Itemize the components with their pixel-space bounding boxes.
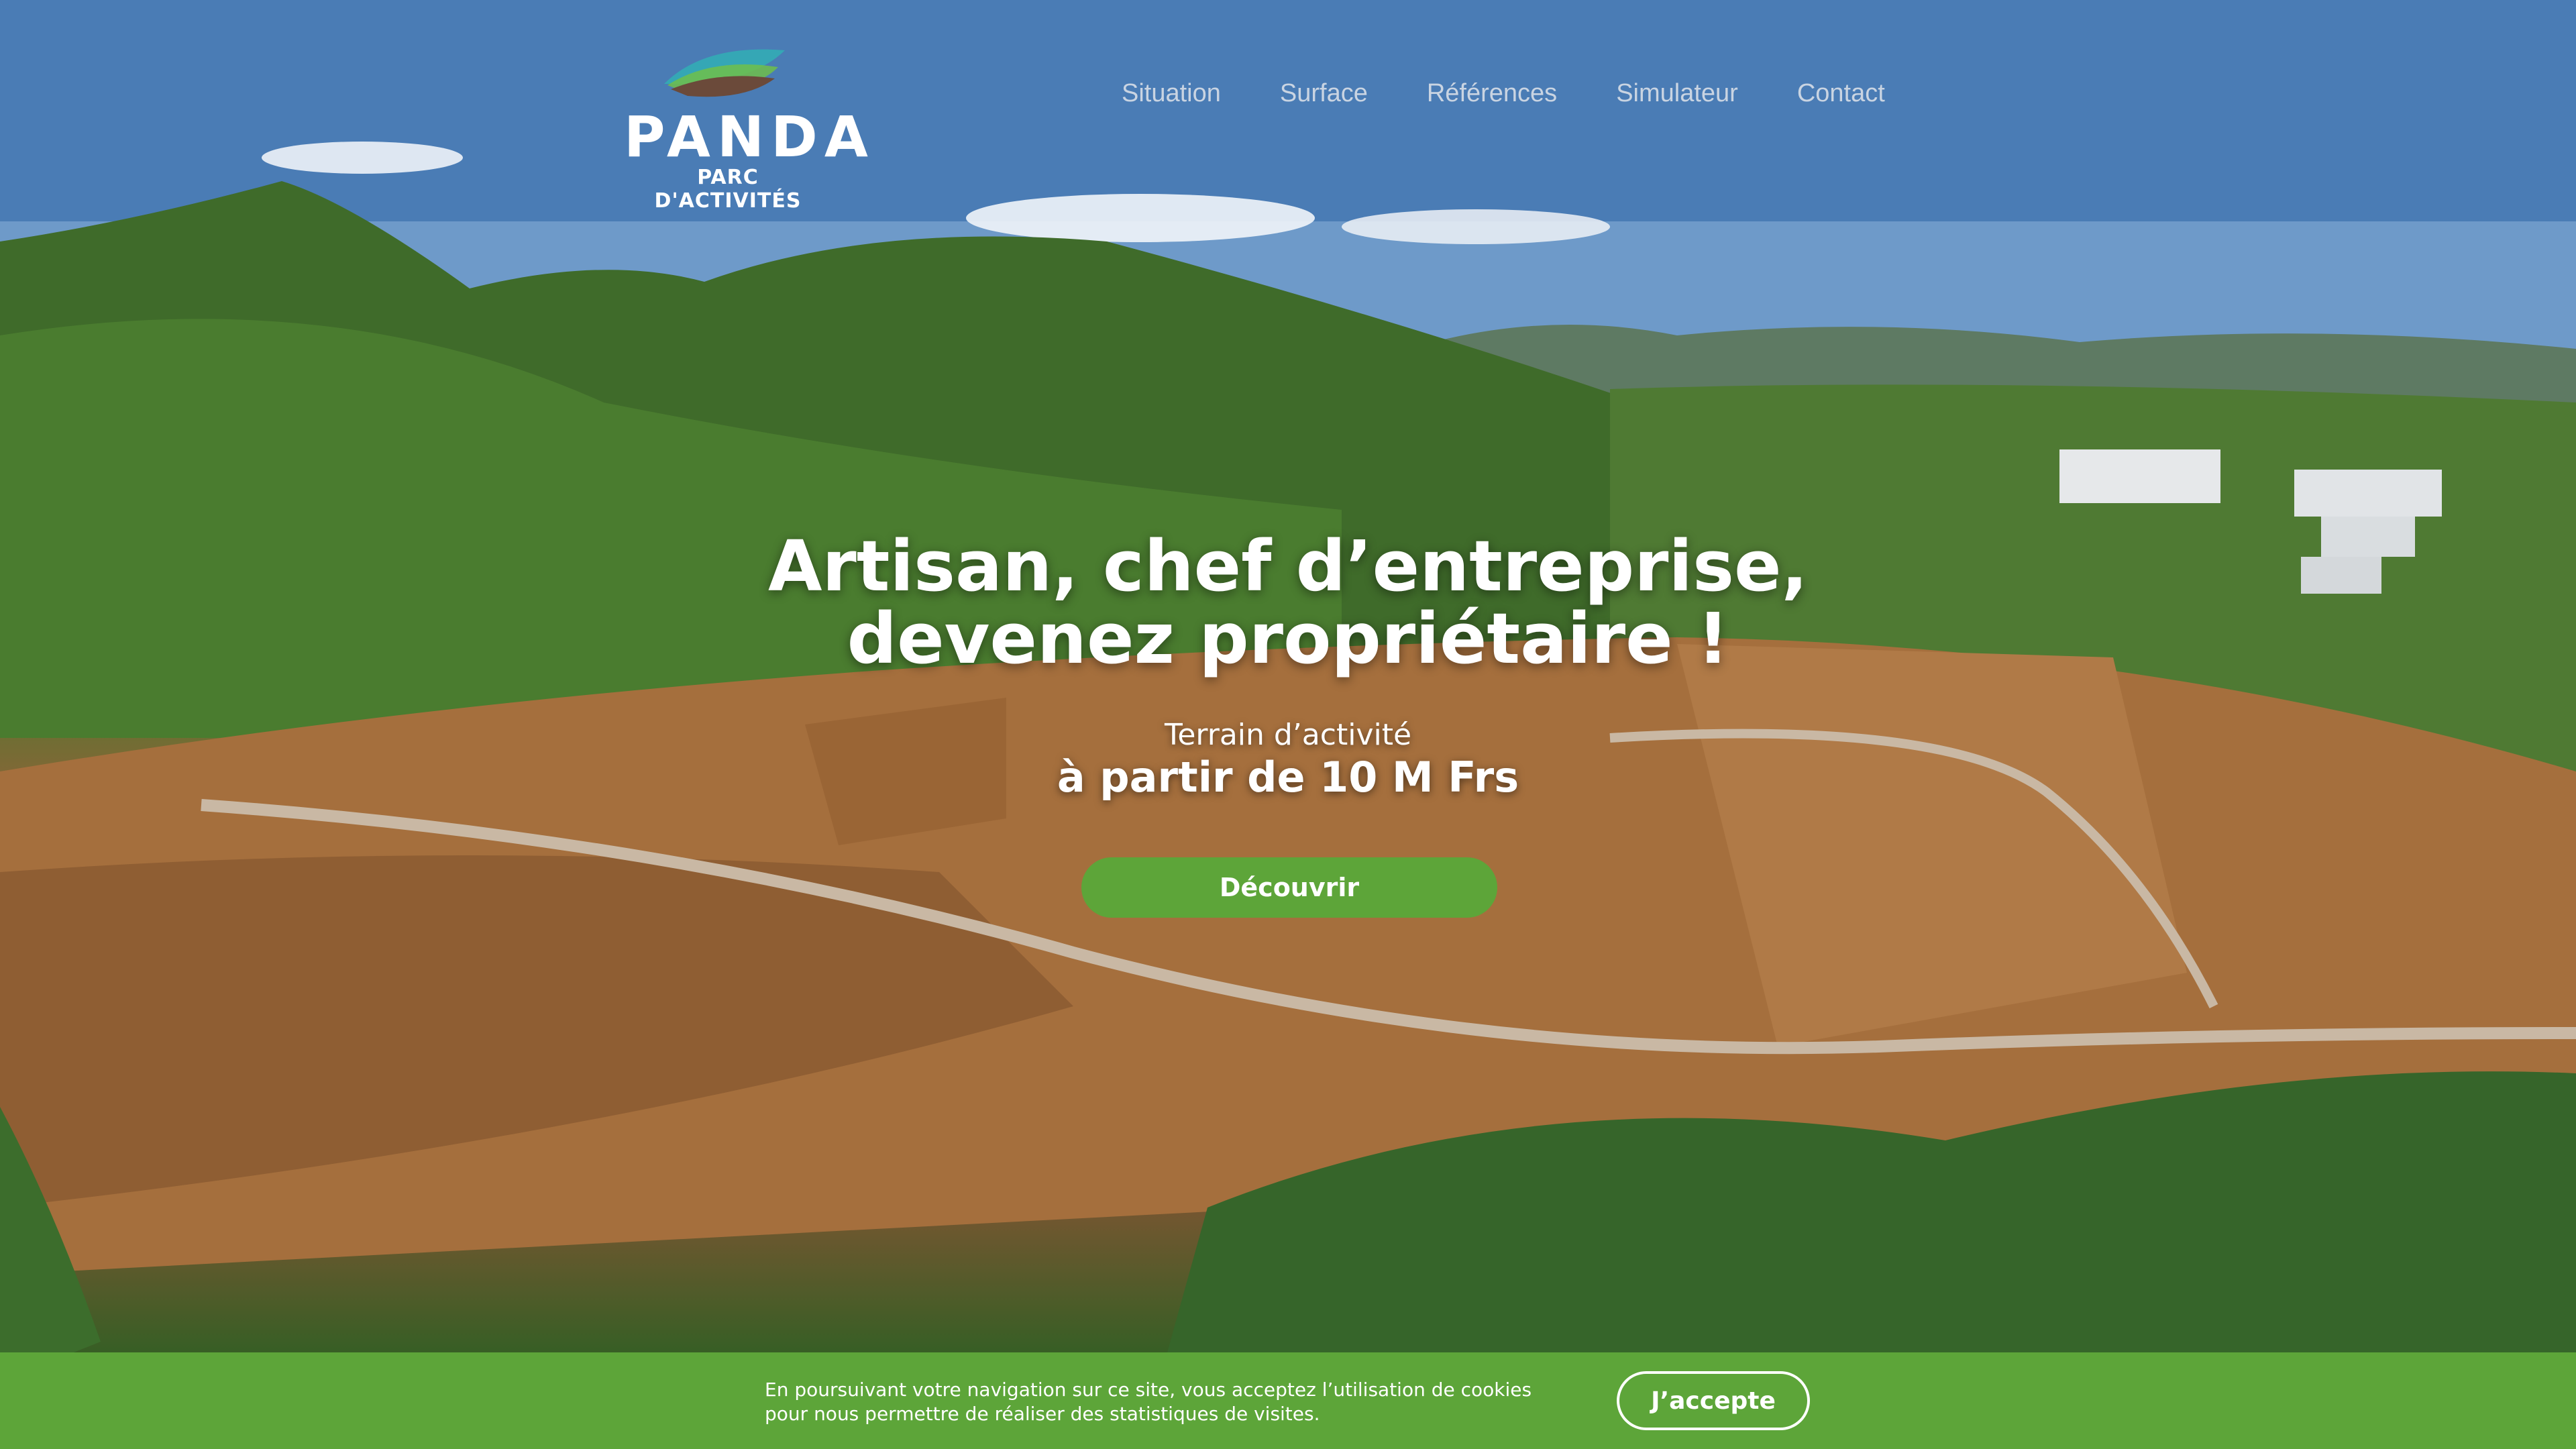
hero-section: PANDA PARC D'ACTIVITÉS Situation Surface… <box>0 0 2576 1449</box>
hero-price: à partir de 10 M Frs <box>1057 753 1519 802</box>
main-nav: Situation Surface Références Simulateur … <box>1122 79 1885 113</box>
cookie-banner: En poursuivant votre navigation sur ce s… <box>0 1352 2576 1449</box>
logo-leaf-icon <box>664 49 785 97</box>
hero-subtitle: Terrain d’activité <box>1164 718 1412 752</box>
nav-item-situation[interactable]: Situation <box>1122 79 1221 113</box>
logo[interactable]: PANDA PARC D'ACTIVITÉS <box>624 37 875 213</box>
nav-item-contact[interactable]: Contact <box>1797 79 1885 113</box>
hero-headline-line2: devenez propriétaire ! <box>847 598 1729 680</box>
brand-name: PANDA <box>624 104 875 170</box>
cookie-message: En poursuivant votre navigation sur ce s… <box>765 1378 1570 1426</box>
cookie-message-line2: pour nous permettre de réaliser des stat… <box>765 1403 1320 1425</box>
accept-cookies-button[interactable]: J’accepte <box>1617 1371 1810 1430</box>
nav-item-simulateur[interactable]: Simulateur <box>1616 79 1738 113</box>
brand-tagline: PARC D'ACTIVITÉS <box>654 166 802 213</box>
hero-headline-line1: Artisan, chef d’entreprise, <box>767 525 1809 607</box>
discover-button[interactable]: Découvrir <box>1081 857 1497 918</box>
cookie-message-line1: En poursuivant votre navigation sur ce s… <box>765 1379 1532 1401</box>
nav-item-references[interactable]: Références <box>1427 79 1557 113</box>
hero-headline: Artisan, chef d’entreprise, devenez prop… <box>684 530 1892 675</box>
nav-item-surface[interactable]: Surface <box>1280 79 1368 113</box>
